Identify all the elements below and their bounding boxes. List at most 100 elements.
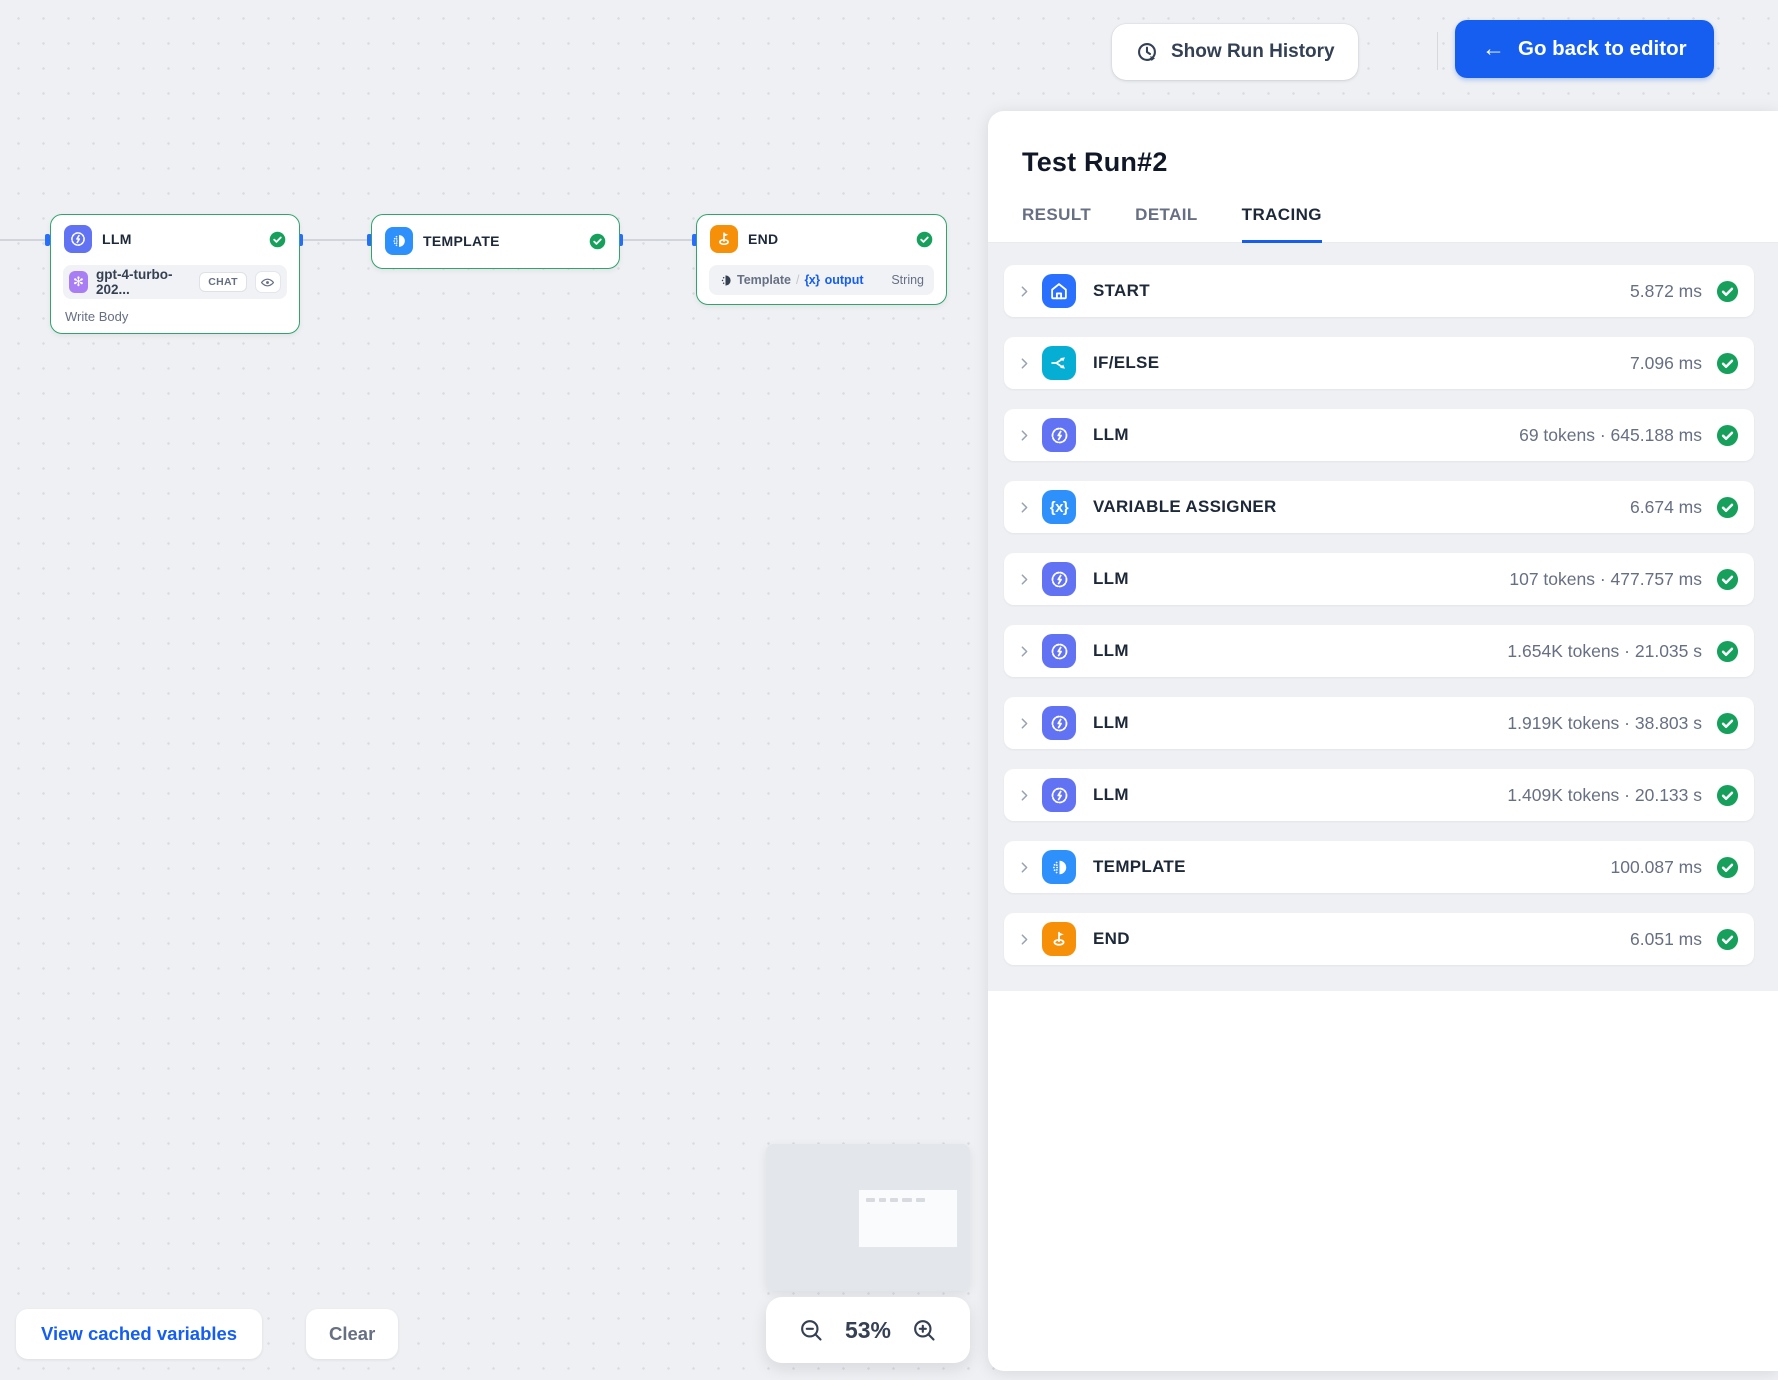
trace-row-meta: 107 tokens · 477.757 ms xyxy=(1509,569,1702,590)
minimap-viewport[interactable] xyxy=(859,1190,957,1247)
llm-icon xyxy=(1042,418,1076,452)
success-check-icon xyxy=(1716,496,1739,519)
node-template[interactable]: TEMPLATE xyxy=(371,214,620,269)
chevron-right-icon[interactable] xyxy=(1016,355,1033,372)
success-check-icon xyxy=(1716,712,1739,735)
success-check-icon xyxy=(1716,856,1739,879)
llm-icon xyxy=(1042,634,1076,668)
success-check-icon xyxy=(1716,640,1739,663)
llm-node-title: LLM xyxy=(102,231,259,247)
clear-label: Clear xyxy=(329,1323,375,1345)
chevron-right-icon[interactable] xyxy=(1016,427,1033,444)
node-llm[interactable]: LLM ✻ gpt-4-turbo-202... CHAT Write Body xyxy=(50,214,300,334)
chevron-right-icon[interactable] xyxy=(1016,859,1033,876)
variable-x-icon: {x} xyxy=(804,273,819,287)
chevron-right-icon[interactable] xyxy=(1016,283,1033,300)
end-var-name: output xyxy=(825,273,864,287)
minimap-nodes xyxy=(866,1198,925,1202)
trace-row-variable-assigner[interactable]: {x} VARIABLE ASSIGNER 6.674 ms xyxy=(1004,481,1754,533)
trace-row-ifelse[interactable]: IF/ELSE 7.096 ms xyxy=(1004,337,1754,389)
template-icon xyxy=(1042,850,1076,884)
topbar-divider xyxy=(1437,32,1438,70)
llm-node-description: Write Body xyxy=(65,309,285,324)
go-back-to-editor-button[interactable]: ← Go back to editor xyxy=(1455,20,1714,78)
vision-eye-icon xyxy=(255,271,281,293)
llm-icon xyxy=(1042,562,1076,596)
openai-icon: ✻ xyxy=(69,271,88,293)
trace-row-start[interactable]: START 5.872 ms xyxy=(1004,265,1754,317)
trace-row-label: VARIABLE ASSIGNER xyxy=(1093,497,1630,517)
trace-row-llm-1[interactable]: LLM 69 tokens · 645.188 ms xyxy=(1004,409,1754,461)
chevron-right-icon[interactable] xyxy=(1016,643,1033,660)
llm-success-icon xyxy=(269,231,286,248)
llm-icon xyxy=(1042,778,1076,812)
view-cached-variables-button[interactable]: View cached variables xyxy=(16,1309,262,1359)
run-title: Test Run#2 xyxy=(1022,147,1778,178)
clear-button[interactable]: Clear xyxy=(306,1309,398,1359)
end-var-source: Template xyxy=(737,273,791,287)
trace-row-llm-2[interactable]: LLM 107 tokens · 477.757 ms xyxy=(1004,553,1754,605)
zoom-controls: 53% xyxy=(766,1297,970,1363)
chevron-right-icon[interactable] xyxy=(1016,571,1033,588)
trace-row-llm-3[interactable]: LLM 1.654K tokens · 21.035 s xyxy=(1004,625,1754,677)
panel-tabs: RESULT DETAIL TRACING xyxy=(988,205,1778,243)
zoom-out-icon[interactable] xyxy=(798,1317,825,1344)
llm-model-pill: ✻ gpt-4-turbo-202... CHAT xyxy=(63,265,287,299)
zoom-level: 53% xyxy=(845,1317,891,1344)
end-var-type: String xyxy=(891,273,924,287)
end-node-title: END xyxy=(748,231,906,247)
trace-row-label: END xyxy=(1093,929,1630,949)
end-var-separator: / xyxy=(796,273,799,287)
chat-badge: CHAT xyxy=(199,272,247,292)
zoom-in-icon[interactable] xyxy=(911,1317,938,1344)
canvas-minimap[interactable] xyxy=(766,1144,970,1291)
trace-row-meta: 6.674 ms xyxy=(1630,497,1702,518)
end-node-icon xyxy=(710,225,738,253)
trace-row-template[interactable]: TEMPLATE 100.087 ms xyxy=(1004,841,1754,893)
trace-row-label: TEMPLATE xyxy=(1093,857,1611,877)
if-else-icon xyxy=(1042,346,1076,380)
go-back-label: Go back to editor xyxy=(1518,37,1687,61)
chevron-right-icon[interactable] xyxy=(1016,787,1033,804)
node-end[interactable]: END Template / {x} output String xyxy=(696,214,947,305)
llm-icon xyxy=(1042,706,1076,740)
success-check-icon xyxy=(1716,784,1739,807)
tracing-list: START 5.872 ms IF/ELSE 7.096 ms LLM 69 t… xyxy=(988,243,1778,991)
trace-row-end[interactable]: END 6.051 ms xyxy=(1004,913,1754,965)
tab-tracing[interactable]: TRACING xyxy=(1242,205,1322,243)
trace-row-label: LLM xyxy=(1093,641,1507,661)
chevron-right-icon[interactable] xyxy=(1016,931,1033,948)
success-check-icon xyxy=(1716,424,1739,447)
trace-row-label: LLM xyxy=(1093,425,1519,445)
success-check-icon xyxy=(1716,568,1739,591)
start-icon xyxy=(1042,274,1076,308)
trace-row-meta: 6.051 ms xyxy=(1630,929,1702,950)
trace-row-meta: 1.654K tokens · 21.035 s xyxy=(1507,641,1702,662)
success-check-icon xyxy=(1716,928,1739,951)
llm-node-icon xyxy=(64,225,92,253)
edge-into-llm xyxy=(0,239,50,241)
trace-row-label: LLM xyxy=(1093,569,1509,589)
template-node-title: TEMPLATE xyxy=(423,233,579,249)
view-cached-variables-label: View cached variables xyxy=(41,1323,237,1345)
tab-result[interactable]: RESULT xyxy=(1022,205,1091,243)
template-success-icon xyxy=(589,233,606,250)
llm-model-name: gpt-4-turbo-202... xyxy=(96,267,191,297)
show-run-history-label: Show Run History xyxy=(1171,41,1335,63)
back-arrow-icon: ← xyxy=(1482,37,1505,60)
success-check-icon xyxy=(1716,352,1739,375)
show-run-history-button[interactable]: Show Run History xyxy=(1112,24,1358,80)
variable-assigner-icon: {x} xyxy=(1042,490,1076,524)
tab-detail[interactable]: DETAIL xyxy=(1135,205,1198,243)
run-result-panel: Test Run#2 RESULT DETAIL TRACING START 5… xyxy=(988,111,1778,1371)
end-variable-row: Template / {x} output String xyxy=(709,265,934,295)
trace-row-label: START xyxy=(1093,281,1630,301)
trace-row-llm-5[interactable]: LLM 1.409K tokens · 20.133 s xyxy=(1004,769,1754,821)
trace-row-meta: 100.087 ms xyxy=(1611,857,1702,878)
chevron-right-icon[interactable] xyxy=(1016,499,1033,516)
trace-row-llm-4[interactable]: LLM 1.919K tokens · 38.803 s xyxy=(1004,697,1754,749)
chevron-right-icon[interactable] xyxy=(1016,715,1033,732)
success-check-icon xyxy=(1716,280,1739,303)
trace-row-meta: 7.096 ms xyxy=(1630,353,1702,374)
template-node-icon xyxy=(385,227,413,255)
